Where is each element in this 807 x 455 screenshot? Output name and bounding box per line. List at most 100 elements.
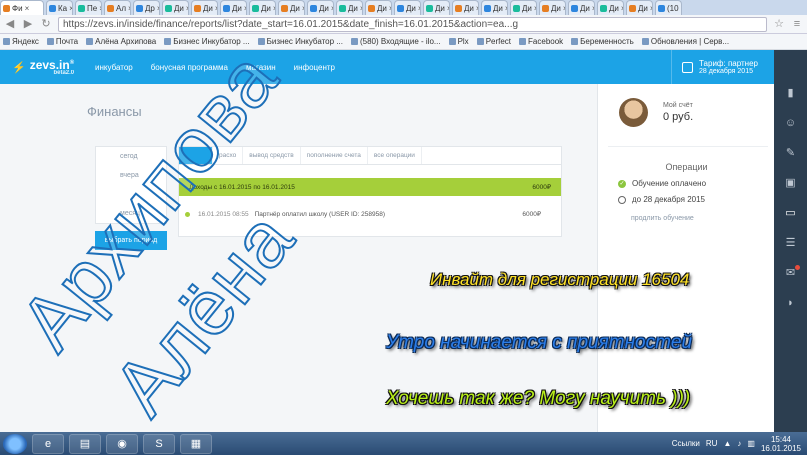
tab-close-icon[interactable]: × bbox=[681, 4, 682, 13]
bookmark-item[interactable]: Яндекс bbox=[3, 37, 39, 46]
tab-close-icon[interactable]: × bbox=[476, 4, 478, 13]
period-week[interactable] bbox=[96, 185, 166, 204]
star-icon[interactable]: ☆ bbox=[773, 18, 785, 30]
bookmark-item[interactable]: Perfect bbox=[476, 37, 511, 46]
browser-tab[interactable]: Фи × bbox=[0, 0, 44, 15]
browser-tab[interactable]: Ди× bbox=[626, 0, 653, 15]
browser-tab[interactable]: Ди× bbox=[278, 0, 305, 15]
tab-close-icon[interactable]: × bbox=[592, 4, 594, 13]
tab-close-icon[interactable]: × bbox=[99, 4, 101, 13]
tab-close-icon[interactable]: × bbox=[157, 4, 159, 13]
bookmark-item[interactable]: Обновления | Серв... bbox=[641, 37, 729, 46]
tab-close-icon[interactable]: × bbox=[534, 4, 536, 13]
tab-close-icon[interactable]: × bbox=[302, 4, 304, 13]
browser-tab[interactable]: Ди× bbox=[336, 0, 363, 15]
bookmark-item[interactable]: Facebook bbox=[519, 37, 563, 46]
list-icon[interactable]: ☰ bbox=[784, 238, 797, 249]
explorer-icon[interactable]: ▦ bbox=[180, 433, 212, 454]
browser-tab[interactable]: Ди× bbox=[249, 0, 276, 15]
browser-tab[interactable]: Ди× bbox=[568, 0, 595, 15]
start-button[interactable] bbox=[3, 433, 27, 454]
browser-tab[interactable]: Ди× bbox=[162, 0, 189, 15]
tab-close-icon[interactable]: × bbox=[650, 4, 652, 13]
wrench-icon[interactable]: ✎ bbox=[784, 148, 797, 159]
nav-shop[interactable]: магазин bbox=[246, 63, 276, 72]
tab-close-icon[interactable]: × bbox=[215, 4, 217, 13]
tab-close-icon[interactable]: × bbox=[505, 4, 507, 13]
tab-close-icon[interactable]: × bbox=[418, 4, 420, 13]
tab-close-icon[interactable]: × bbox=[447, 4, 449, 13]
bookmark-item[interactable]: Почта bbox=[46, 37, 78, 46]
browser-tab[interactable]: Ди× bbox=[220, 0, 247, 15]
tab-close-icon[interactable]: × bbox=[186, 4, 188, 13]
chrome-icon[interactable]: ◉ bbox=[106, 433, 138, 454]
tab-withdrawal[interactable]: вывод средств bbox=[243, 147, 301, 164]
back-icon[interactable]: ◀ bbox=[4, 18, 16, 30]
avatar[interactable] bbox=[619, 98, 648, 127]
browser-tab[interactable]: Ди× bbox=[510, 0, 537, 15]
tab-close-icon[interactable]: × bbox=[360, 4, 362, 13]
menu-icon[interactable]: ≡ bbox=[791, 18, 803, 30]
tab-close-icon[interactable]: × bbox=[563, 4, 565, 13]
nav-infocenter[interactable]: инфоцентр bbox=[294, 63, 335, 72]
browser-tab[interactable]: Пе× bbox=[75, 0, 102, 15]
tab-close-icon[interactable]: × bbox=[389, 4, 391, 13]
clock[interactable]: 15:44 16.01.2015 bbox=[761, 435, 801, 453]
tab-close-icon[interactable]: × bbox=[25, 4, 30, 13]
tariff-info[interactable]: Тариф: партнер 28 декабря 2015 bbox=[671, 50, 774, 84]
links-toolbar[interactable]: Ссылки bbox=[672, 439, 700, 448]
briefcase-icon[interactable]: ▣ bbox=[784, 178, 797, 189]
nav-incubator[interactable]: инкубатор bbox=[95, 63, 133, 72]
tab-top-up[interactable]: пополнение счета bbox=[301, 147, 368, 164]
browser-tab[interactable]: Ди× bbox=[481, 0, 508, 15]
browser-tab[interactable]: Ди× bbox=[394, 0, 421, 15]
tab-income[interactable] bbox=[179, 147, 213, 164]
browser-tab[interactable]: Ди× bbox=[597, 0, 624, 15]
browser-tab[interactable]: Ка× bbox=[46, 0, 73, 15]
chat-icon[interactable]: ◗ bbox=[784, 298, 797, 309]
bookmark-item[interactable]: Бизнес Инкубатор ... bbox=[164, 37, 250, 46]
forward-icon[interactable]: ▶ bbox=[22, 18, 34, 30]
browser-tab[interactable]: Ди× bbox=[423, 0, 450, 15]
ie-icon[interactable]: e bbox=[32, 433, 64, 454]
browser-tab[interactable]: (10× bbox=[655, 0, 682, 15]
users-icon[interactable]: ☺ bbox=[784, 118, 797, 129]
bookmark-item[interactable]: Беременность bbox=[571, 37, 634, 46]
volume-icon[interactable]: ♪ bbox=[737, 439, 741, 448]
bookmark-item[interactable]: (580) Входящие - ilo... bbox=[350, 37, 441, 46]
tab-all-operations[interactable]: все операции bbox=[368, 147, 422, 164]
tab-close-icon[interactable]: × bbox=[128, 4, 130, 13]
nav-bonus-program[interactable]: бонусная программа bbox=[151, 63, 228, 72]
tray-up-icon[interactable]: ▲ bbox=[723, 439, 731, 448]
browser-tab[interactable]: Ди× bbox=[307, 0, 334, 15]
credit-card-icon[interactable]: ▭ bbox=[784, 208, 797, 219]
choose-period-button[interactable]: выбрать период bbox=[95, 231, 167, 250]
tab-close-icon[interactable]: × bbox=[331, 4, 333, 13]
bookmark-item[interactable]: Plx bbox=[448, 37, 469, 46]
logo[interactable]: ⚡ zevs.in® beta2.0 bbox=[0, 58, 90, 76]
network-icon[interactable]: ▥ bbox=[747, 439, 755, 448]
period-month[interactable]: месяц bbox=[96, 204, 166, 223]
language-indicator[interactable]: RU bbox=[706, 439, 718, 448]
folder-icon[interactable]: ▤ bbox=[69, 433, 101, 454]
browser-tab[interactable]: Ал× bbox=[104, 0, 131, 15]
period-today[interactable]: сегод bbox=[96, 147, 166, 166]
tab-close-icon[interactable]: × bbox=[621, 4, 623, 13]
browser-tab[interactable]: Ди× bbox=[365, 0, 392, 15]
tab-close-icon[interactable]: × bbox=[273, 4, 275, 13]
tab-close-icon[interactable]: × bbox=[244, 4, 246, 13]
tab-expenses[interactable]: расхо bbox=[213, 147, 244, 164]
chart-icon[interactable]: ▮ bbox=[784, 88, 797, 99]
address-bar[interactable]: https://zevs.in/inside/finance/reports/l… bbox=[58, 16, 767, 32]
tab-close-icon[interactable]: × bbox=[69, 4, 72, 13]
browser-tab[interactable]: Ди× bbox=[539, 0, 566, 15]
bookmark-item[interactable]: Алёна Архипова bbox=[86, 37, 156, 46]
browser-tab[interactable]: Др× bbox=[133, 0, 160, 15]
skype-icon[interactable]: S bbox=[143, 433, 175, 454]
notifications-icon[interactable]: ✉ bbox=[784, 265, 800, 279]
browser-tab[interactable]: Ди× bbox=[191, 0, 218, 15]
reload-icon[interactable]: ↻ bbox=[40, 18, 52, 30]
browser-tab[interactable]: Ди× bbox=[452, 0, 479, 15]
extend-training-link[interactable]: продлить обучение bbox=[631, 215, 694, 222]
bookmark-item[interactable]: Бизнес Инкубатор ... bbox=[257, 37, 343, 46]
